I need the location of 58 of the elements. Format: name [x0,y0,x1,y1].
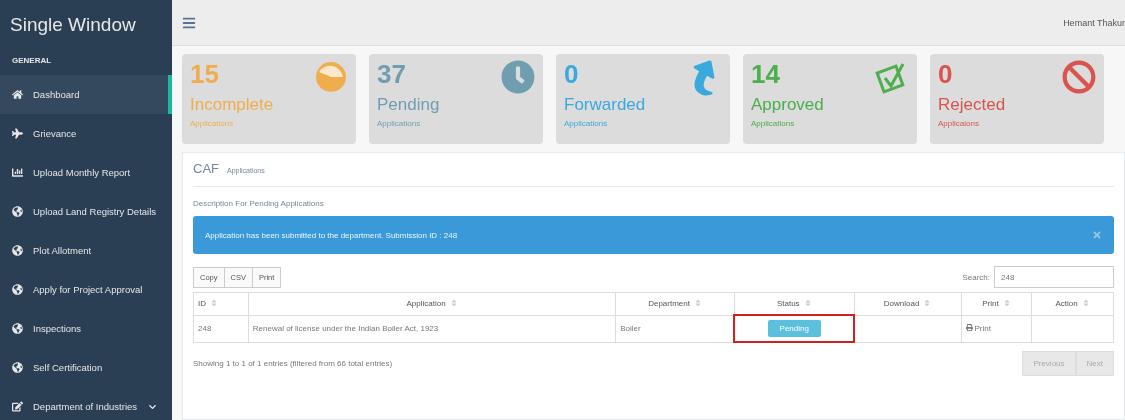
stat-label: Incomplete [190,94,274,115]
column-header[interactable]: Application [248,292,616,315]
globe-icon [12,245,23,256]
clock-icon [501,60,535,94]
stat-label: Rejected [938,94,1006,115]
sidebar-item[interactable]: Upload Land Registry Details [0,192,172,231]
stat-sublabel: Applicaions [938,118,980,128]
table-cell: Renewal of license under the Indian Boiler Act, 1923 [248,315,616,342]
stat-sublabel: Applications [751,118,796,128]
sidebar-item[interactable]: Apply for Project Approval [0,270,172,309]
panel-title: CAF [193,161,219,176]
edit-icon [12,401,23,412]
search-field[interactable]: 248 [994,266,1114,288]
print-link[interactable]: Print [965,324,991,333]
globe-icon [12,284,23,295]
stat-label: Forwarded [564,94,646,115]
column-header[interactable]: Print [961,292,1032,315]
globe-icon [12,362,23,373]
stat-count: 15 [190,60,220,89]
sidebar-item[interactable]: Grievance [0,114,172,153]
sidebar-item[interactable]: Plot Allotment [0,231,172,270]
printer-icon [965,324,973,331]
column-header[interactable]: Action [1031,292,1114,315]
globe-icon [12,206,23,217]
stat-sublabel: Applications [190,118,235,128]
stat-count: 0 [564,60,580,89]
bar-chart-icon [12,167,23,178]
plane-icon [12,128,23,139]
sidebar-item[interactable]: Dashboard [0,75,172,114]
app-title: Single Window [9,13,137,37]
column-header[interactable]: ID [193,292,249,315]
column-header[interactable]: Department [615,292,735,315]
table-info: Showing 1 to 1 of 1 entries (filtered from 66 total entries) [193,359,393,368]
stat-sublabel: Applications [377,118,422,128]
home-icon [12,89,23,100]
menu-icon[interactable] [182,15,196,30]
ban-icon [1062,60,1096,94]
stat-sublabel: Applications [564,118,609,128]
sidebar-item[interactable]: Department of Industries [0,387,172,420]
column-header[interactable]: Download [854,292,961,315]
table-cell: 248 [193,315,249,342]
globe-icon [12,323,23,334]
stat-count: 0 [938,60,954,89]
stat-label: Approved [751,94,824,115]
alert-message: Application has been submitted to the department. Submission ID : 248 [205,230,458,240]
pie-icon [314,60,348,94]
search-label: Search: [962,272,990,282]
user-name[interactable]: Hemant Thakur [1063,17,1125,28]
stat-count: 14 [751,60,781,89]
status-badge: Pending [767,320,821,337]
description: Description For Pending Applications [193,199,325,208]
sidebar-item[interactable]: Self Certification [0,348,172,387]
section-heading: GENERAL [11,55,53,67]
stat-count: 37 [377,60,407,89]
stat-label: Pending [377,94,440,115]
sidebar-item[interactable]: Upload Monthly Report [0,153,172,192]
sidebar-item[interactable]: Inspections [0,309,172,348]
column-header[interactable]: Status [734,292,855,315]
